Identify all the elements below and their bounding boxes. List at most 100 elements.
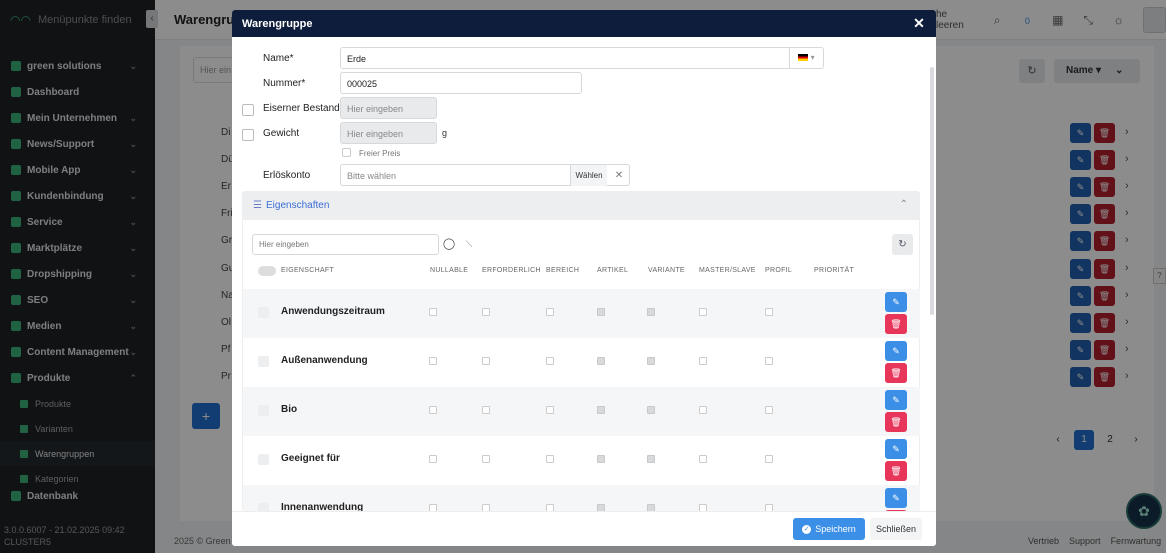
- column-header: MASTER/SLAVE: [699, 267, 756, 274]
- freier-preis-checkbox[interactable]: [342, 148, 351, 157]
- bestand-input[interactable]: Hier eingeben: [340, 97, 437, 119]
- number-label: Nummer*: [263, 78, 306, 89]
- bereich-checkbox[interactable]: [546, 308, 554, 316]
- profil-checkbox[interactable]: [765, 308, 773, 316]
- profil-checkbox[interactable]: [765, 504, 773, 511]
- edit-icon[interactable]: ✎: [885, 488, 907, 508]
- property-row[interactable]: Anwendungszeitraum ✎ 🗑: [243, 289, 920, 338]
- save-button[interactable]: ✓ Speichern: [793, 518, 865, 540]
- row-checkbox[interactable]: [258, 405, 269, 416]
- column-header: ARTIKEL: [597, 267, 629, 274]
- property-name: Anwendungszeitraum: [281, 306, 385, 317]
- master-slave-checkbox[interactable]: [699, 357, 707, 365]
- close-icon[interactable]: ✕: [906, 15, 932, 32]
- chevron-up-icon: ⌃: [899, 199, 908, 210]
- edit-icon[interactable]: ✎: [885, 341, 907, 361]
- column-header: PRIORITÄT: [814, 267, 855, 274]
- edit-icon[interactable]: ✎: [885, 390, 907, 410]
- nullable-checkbox[interactable]: [429, 308, 437, 316]
- master-slave-checkbox[interactable]: [699, 406, 707, 414]
- column-header: NULLABLE: [430, 267, 469, 274]
- property-name: Bio: [281, 404, 298, 415]
- property-row[interactable]: Außenanwendung ✎ 🗑: [243, 338, 920, 387]
- check-icon: ✓: [802, 524, 812, 534]
- nullable-checkbox[interactable]: [429, 455, 437, 463]
- waehlen-button[interactable]: Wählen: [570, 165, 607, 186]
- variante-checkbox[interactable]: [647, 406, 655, 414]
- artikel-checkbox[interactable]: [597, 308, 605, 316]
- property-row[interactable]: Bio ✎ 🗑: [243, 387, 920, 436]
- trash-icon[interactable]: 🗑: [885, 363, 907, 383]
- profil-checkbox[interactable]: [765, 357, 773, 365]
- gewicht-checkbox[interactable]: [242, 129, 254, 141]
- property-name: Innenanwendung: [281, 502, 364, 511]
- erloes-label: Erlöskonto: [263, 170, 311, 181]
- erforderlich-checkbox[interactable]: [482, 504, 490, 511]
- gewicht-input[interactable]: Hier eingeben: [340, 122, 437, 144]
- nullable-checkbox[interactable]: [429, 504, 437, 511]
- artikel-checkbox[interactable]: [597, 455, 605, 463]
- variante-checkbox[interactable]: [647, 308, 655, 316]
- property-row[interactable]: Geeignet für ✎ 🗑: [243, 436, 920, 485]
- artikel-checkbox[interactable]: [597, 504, 605, 511]
- row-checkbox[interactable]: [258, 307, 269, 318]
- edit-icon[interactable]: ✎: [885, 292, 907, 312]
- clear-search-icon[interactable]: ⟍: [460, 234, 478, 255]
- section-title: Eigenschaften: [266, 200, 330, 211]
- search-icon[interactable]: ◯: [439, 234, 459, 255]
- row-checkbox[interactable]: [258, 454, 269, 465]
- sliders-icon: ☰: [253, 200, 262, 211]
- refresh-icon[interactable]: ↻: [892, 234, 913, 255]
- artikel-checkbox[interactable]: [597, 406, 605, 414]
- select-all-toggle[interactable]: [258, 266, 276, 276]
- property-name: Geeignet für: [281, 453, 340, 464]
- property-row[interactable]: Innenanwendung ✎ 🗑: [243, 485, 920, 511]
- bereich-checkbox[interactable]: [546, 406, 554, 414]
- modal-footer: ✓ Speichern Schließen: [232, 511, 936, 546]
- close-button[interactable]: Schließen: [870, 518, 922, 540]
- master-slave-checkbox[interactable]: [699, 455, 707, 463]
- column-header: PROFIL: [765, 267, 793, 274]
- modal-scrollbar[interactable]: [930, 67, 934, 315]
- row-checkbox[interactable]: [258, 503, 269, 511]
- nullable-checkbox[interactable]: [429, 357, 437, 365]
- bereich-checkbox[interactable]: [546, 455, 554, 463]
- clear-icon[interactable]: ✕: [609, 165, 629, 186]
- german-flag-icon: [798, 54, 809, 62]
- freier-preis-label: Freier Preis: [359, 149, 401, 158]
- variante-checkbox[interactable]: [647, 504, 655, 511]
- gewicht-label: Gewicht: [263, 128, 300, 139]
- erforderlich-checkbox[interactable]: [482, 406, 490, 414]
- variante-checkbox[interactable]: [647, 357, 655, 365]
- language-select[interactable]: ▾: [789, 48, 823, 68]
- bestand-label: Eiserner Bestand: [263, 103, 340, 114]
- erforderlich-checkbox[interactable]: [482, 308, 490, 316]
- trash-icon[interactable]: 🗑: [885, 412, 907, 432]
- profil-checkbox[interactable]: [765, 406, 773, 414]
- profil-checkbox[interactable]: [765, 455, 773, 463]
- column-header: BEREICH: [546, 267, 580, 274]
- master-slave-checkbox[interactable]: [699, 308, 707, 316]
- variante-checkbox[interactable]: [647, 455, 655, 463]
- modal-title: Warengruppe: [242, 17, 313, 30]
- modal-header: Warengruppe ✕: [232, 10, 936, 37]
- bereich-checkbox[interactable]: [546, 504, 554, 511]
- property-search-input[interactable]: Hier eingeben: [252, 234, 439, 255]
- artikel-checkbox[interactable]: [597, 357, 605, 365]
- eigenschaften-accordion[interactable]: ☰ Eigenschaften ⌃: [242, 191, 920, 220]
- erforderlich-checkbox[interactable]: [482, 455, 490, 463]
- warengruppe-dialog: Warengruppe ✕ Name* Erde ▾ Nummer* 00002…: [232, 10, 936, 546]
- column-header: VARIANTE: [648, 267, 685, 274]
- nullable-checkbox[interactable]: [429, 406, 437, 414]
- trash-icon[interactable]: 🗑: [885, 461, 907, 481]
- edit-icon[interactable]: ✎: [885, 439, 907, 459]
- row-checkbox[interactable]: [258, 356, 269, 367]
- number-input[interactable]: 000025: [340, 72, 582, 94]
- erforderlich-checkbox[interactable]: [482, 357, 490, 365]
- column-header: EIGENSCHAFT: [281, 267, 335, 274]
- name-input[interactable]: Erde: [340, 47, 824, 69]
- bereich-checkbox[interactable]: [546, 357, 554, 365]
- trash-icon[interactable]: 🗑: [885, 314, 907, 334]
- master-slave-checkbox[interactable]: [699, 504, 707, 511]
- bestand-checkbox[interactable]: [242, 104, 254, 116]
